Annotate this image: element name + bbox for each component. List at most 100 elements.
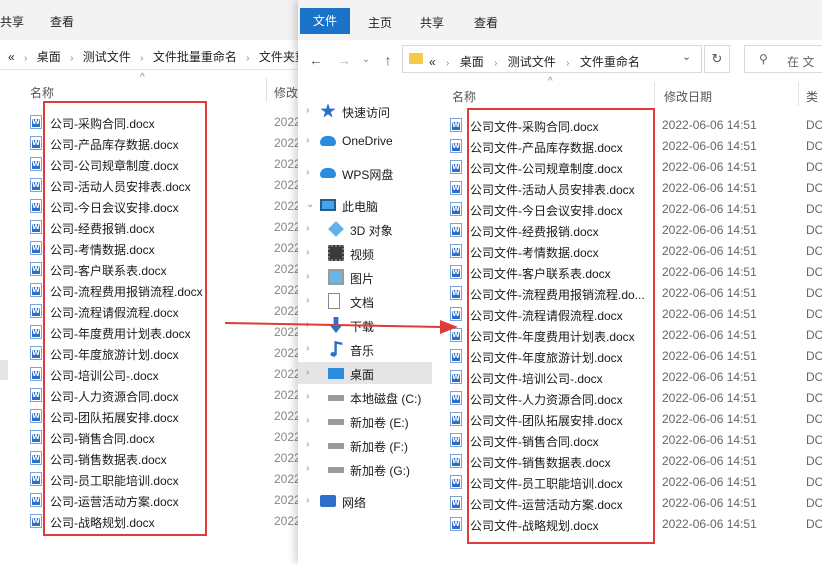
chevron-right-icon[interactable]: › <box>306 463 309 474</box>
tab-share[interactable]: 共享 <box>0 13 24 30</box>
nav-item-label: 新加卷 (F:) <box>350 440 408 454</box>
chevron-right-icon[interactable]: › <box>306 343 309 354</box>
breadcrumb-separator: › <box>246 53 250 64</box>
word-document-icon <box>450 286 462 300</box>
music-icon <box>330 341 343 357</box>
chevron-right-icon[interactable]: › <box>306 439 309 450</box>
file-date: 2022 <box>274 367 301 381</box>
column-divider[interactable] <box>266 78 267 102</box>
computer-icon <box>320 199 336 211</box>
chevron-right-icon[interactable]: › <box>306 135 309 146</box>
word-document-icon <box>450 307 462 321</box>
nav-item-label: 下载 <box>350 320 375 334</box>
chevron-right-icon[interactable]: › <box>306 271 309 282</box>
chevron-right-icon[interactable]: › <box>306 295 309 306</box>
nav-item[interactable]: › 桌面 <box>298 362 432 384</box>
chevron-right-icon[interactable]: › <box>306 167 309 178</box>
nav-item[interactable]: › 3D 对象 <box>298 218 432 240</box>
tab-file[interactable]: 文件 <box>300 8 350 34</box>
nav-item[interactable]: › 网络 <box>298 490 432 512</box>
tab-view[interactable]: 查看 <box>50 13 74 30</box>
nav-item[interactable]: › 新加卷 (E:) <box>298 410 432 432</box>
nav-item[interactable]: › WPS网盘 <box>298 162 432 184</box>
nav-item-label: OneDrive <box>342 134 393 148</box>
nav-item[interactable]: › 本地磁盘 (C:) <box>298 386 432 408</box>
nav-item[interactable]: › 新加卷 (F:) <box>298 434 432 456</box>
file-date: 2022-06-06 14:51 <box>662 517 757 531</box>
word-document-icon <box>30 409 42 423</box>
breadcrumb-batch-rename[interactable]: 文件批量重命名 <box>153 50 237 64</box>
breadcrumb-desktop[interactable]: 桌面 <box>37 50 61 64</box>
chevron-down-icon[interactable]: ⌄ <box>306 199 314 210</box>
file-date: 2022-06-06 14:51 <box>662 412 757 426</box>
breadcrumb-overflow[interactable]: « <box>8 50 15 64</box>
file-date: 2022-06-06 14:51 <box>662 391 757 405</box>
column-header-name[interactable]: 名称 <box>30 84 54 101</box>
nav-item[interactable]: › 视频 <box>298 242 432 264</box>
drive-icon <box>328 467 344 473</box>
nav-item[interactable]: › 音乐 <box>298 338 432 360</box>
search-icon: ⚲ <box>759 52 768 66</box>
column-header-date[interactable]: 修改日期 <box>664 88 712 105</box>
breadcrumb-desktop[interactable]: 桌面 <box>460 55 484 69</box>
word-document-icon <box>450 202 462 216</box>
refresh-button[interactable]: ↻ <box>704 45 730 73</box>
tab-share[interactable]: 共享 <box>420 14 444 31</box>
chevron-right-icon[interactable]: › <box>306 391 309 402</box>
search-input[interactable]: ⚲ 在 文 <box>744 45 822 73</box>
file-date: 2022 <box>274 514 301 528</box>
nav-item[interactable]: ⌄ 此电脑 <box>298 194 432 216</box>
chevron-right-icon[interactable]: › <box>306 105 309 116</box>
breadcrumb-rename[interactable]: 文件重命名 <box>580 55 640 69</box>
column-header-date[interactable]: 修改 <box>274 84 298 101</box>
chevron-right-icon[interactable]: › <box>306 495 309 506</box>
file-date: 2022 <box>274 451 301 465</box>
column-header-name[interactable]: 名称 <box>452 88 476 105</box>
column-header-type[interactable]: 类 <box>806 88 818 105</box>
recent-locations-chevron-icon[interactable]: ⌄ <box>358 52 374 68</box>
nav-item[interactable]: › 新加卷 (G:) <box>298 458 432 480</box>
nav-item[interactable]: › 快速访问 <box>298 100 432 122</box>
nav-item[interactable]: › 文档 <box>298 290 432 312</box>
column-divider[interactable] <box>798 82 799 106</box>
column-divider[interactable] <box>654 82 655 106</box>
chevron-right-icon[interactable]: › <box>306 247 309 258</box>
document-icon <box>328 293 340 309</box>
breadcrumb: « › 桌面 › 测试文件 › 文件批量重命名 › 文件夹重 <box>8 48 307 65</box>
file-date: 2022-06-06 14:51 <box>662 349 757 363</box>
nav-item-label: 3D 对象 <box>350 224 393 238</box>
file-type: DO <box>806 139 822 153</box>
tab-home[interactable]: 主页 <box>368 14 392 31</box>
chevron-right-icon[interactable]: › <box>306 319 309 330</box>
nav-item[interactable]: › OneDrive <box>298 130 432 152</box>
nav-selection-edge <box>0 360 8 380</box>
file-date: 2022 <box>274 472 301 486</box>
file-date: 2022 <box>274 241 301 255</box>
nav-item-label: 文档 <box>350 296 375 310</box>
address-dropdown-icon[interactable]: ⌄ <box>682 50 691 63</box>
tab-view[interactable]: 查看 <box>474 14 498 31</box>
nav-item[interactable]: › 下载 <box>298 314 432 336</box>
file-type: DO <box>806 244 822 258</box>
file-type: DO <box>806 202 822 216</box>
breadcrumb-overflow[interactable]: « <box>429 55 436 69</box>
chevron-right-icon[interactable]: › <box>306 415 309 426</box>
nav-item-label: 新加卷 (E:) <box>350 416 409 430</box>
file-type: DO <box>806 181 822 195</box>
chevron-right-icon[interactable]: › <box>306 223 309 234</box>
word-document-icon <box>450 433 462 447</box>
file-type: DO <box>806 118 822 132</box>
forward-arrow-icon[interactable]: → <box>336 52 352 68</box>
cube-icon <box>328 221 344 237</box>
file-date: 2022 <box>274 136 301 150</box>
word-document-icon <box>450 349 462 363</box>
address-bar[interactable]: « › 桌面 › 测试文件 › 文件重命名 <box>402 45 702 73</box>
nav-item-label: 快速访问 <box>342 106 391 120</box>
chevron-right-icon[interactable]: › <box>306 367 309 378</box>
breadcrumb-test-files[interactable]: 测试文件 <box>83 50 131 64</box>
up-arrow-icon[interactable]: ↑ <box>380 52 396 68</box>
back-arrow-icon[interactable]: ← <box>308 52 324 68</box>
nav-item[interactable]: › 图片 <box>298 266 432 288</box>
breadcrumb-test-files[interactable]: 测试文件 <box>508 55 556 69</box>
word-document-icon <box>450 223 462 237</box>
